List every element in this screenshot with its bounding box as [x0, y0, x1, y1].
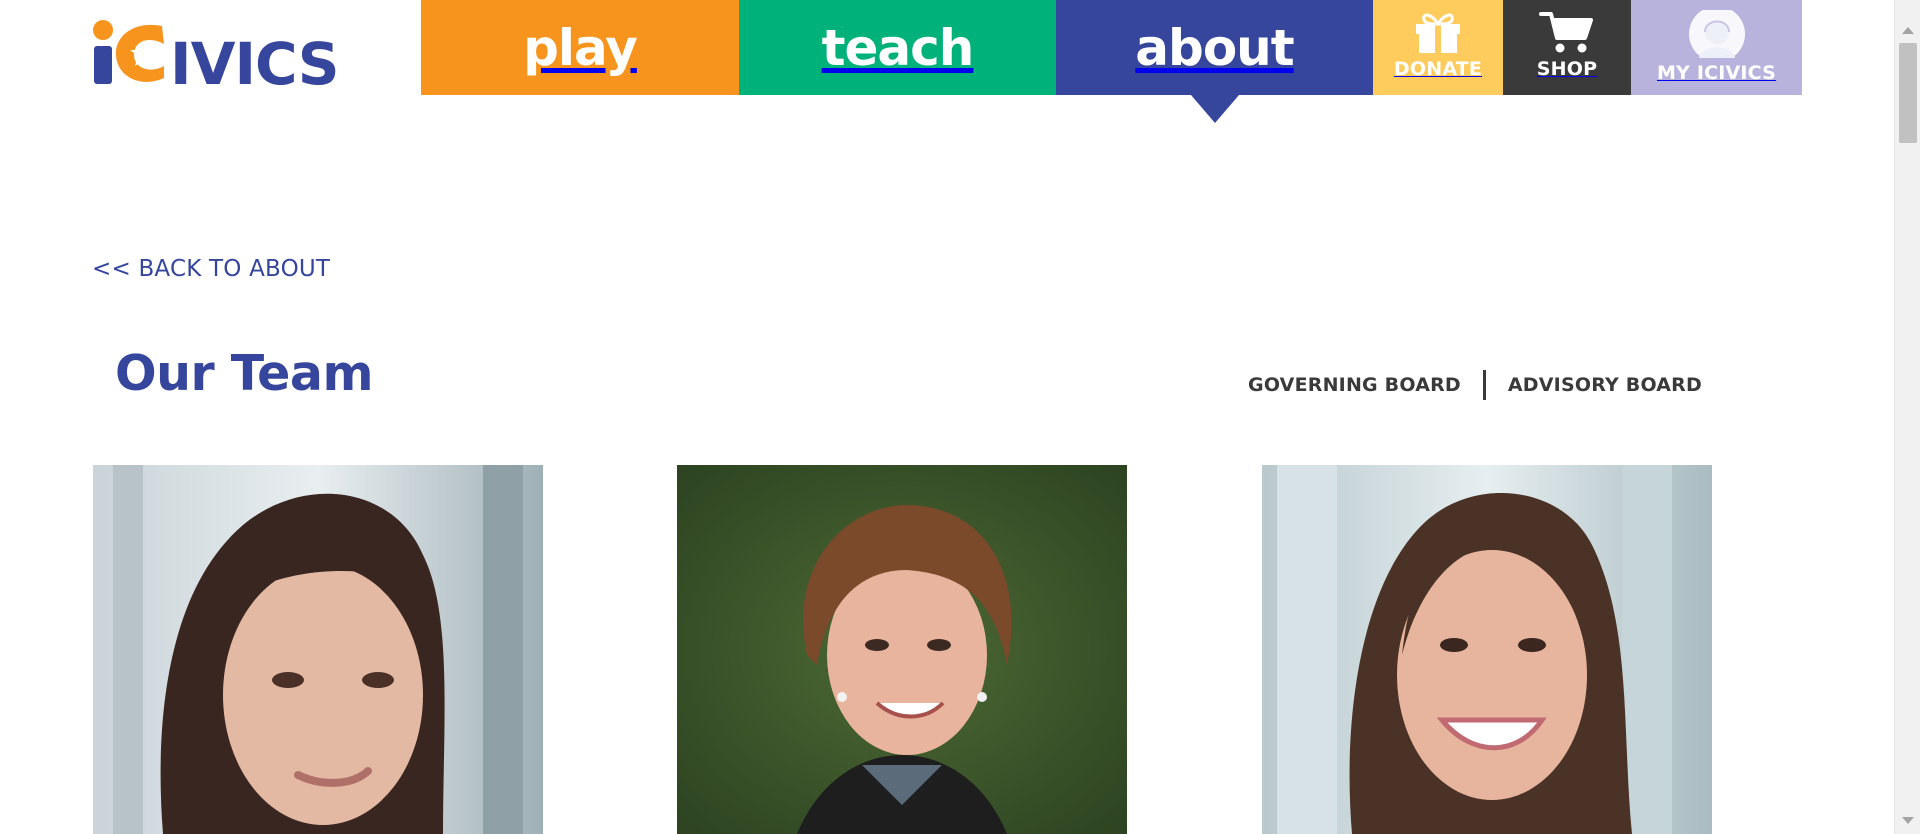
icivics-logo[interactable]: IVICS: [92, 18, 375, 98]
nav-donate-label: DONATE: [1393, 58, 1483, 80]
cart-icon: [1539, 12, 1593, 53]
nav-donate[interactable]: DONATE: [1373, 0, 1503, 95]
nav-about[interactable]: about: [1056, 0, 1373, 95]
team-member-portrait-3: [1262, 465, 1712, 834]
tab-advisory-board[interactable]: ADVISORY BOARD: [1508, 374, 1702, 396]
nav-shop[interactable]: SHOP: [1503, 0, 1631, 95]
scroll-down-arrow-icon[interactable]: [1902, 817, 1914, 824]
page-title: Our Team: [115, 345, 374, 402]
user-avatar-icon: [1688, 10, 1745, 58]
nav-my-icivics-label: MY ICIVICS: [1656, 62, 1777, 84]
active-nav-pointer: [1191, 95, 1239, 123]
team-member-photo[interactable]: [677, 465, 1127, 834]
svg-text:IVICS: IVICS: [170, 30, 338, 88]
tab-divider: [1482, 370, 1486, 400]
scrollbar-thumb[interactable]: [1899, 43, 1917, 143]
team-member-portrait-2: [677, 465, 1127, 834]
nav-shop-label: SHOP: [1536, 58, 1598, 80]
nav-teach[interactable]: teach: [739, 0, 1056, 95]
scroll-up-arrow-icon[interactable]: [1902, 27, 1914, 34]
nav-my-icivics[interactable]: MY ICIVICS: [1631, 0, 1802, 95]
gift-icon: [1416, 13, 1460, 53]
team-member-portrait-1: [93, 465, 543, 834]
tab-governing-board[interactable]: GOVERNING BOARD: [1248, 374, 1461, 396]
team-member-photo[interactable]: [93, 465, 543, 834]
nav-teach-label: teach: [821, 18, 975, 77]
vertical-scrollbar[interactable]: [1894, 0, 1920, 834]
nav-about-label: about: [1135, 18, 1294, 77]
board-tabs: GOVERNING BOARD ADVISORY BOARD: [1248, 370, 1702, 400]
page: IVICS play teach about DONATE SHOP MY IC…: [0, 0, 1920, 834]
back-to-about-link[interactable]: << BACK TO ABOUT: [92, 256, 330, 282]
team-member-photo[interactable]: [1262, 465, 1712, 834]
nav-play-label: play: [523, 18, 638, 77]
icivics-logo-mark: IVICS: [93, 20, 339, 98]
nav-play[interactable]: play: [421, 0, 739, 95]
